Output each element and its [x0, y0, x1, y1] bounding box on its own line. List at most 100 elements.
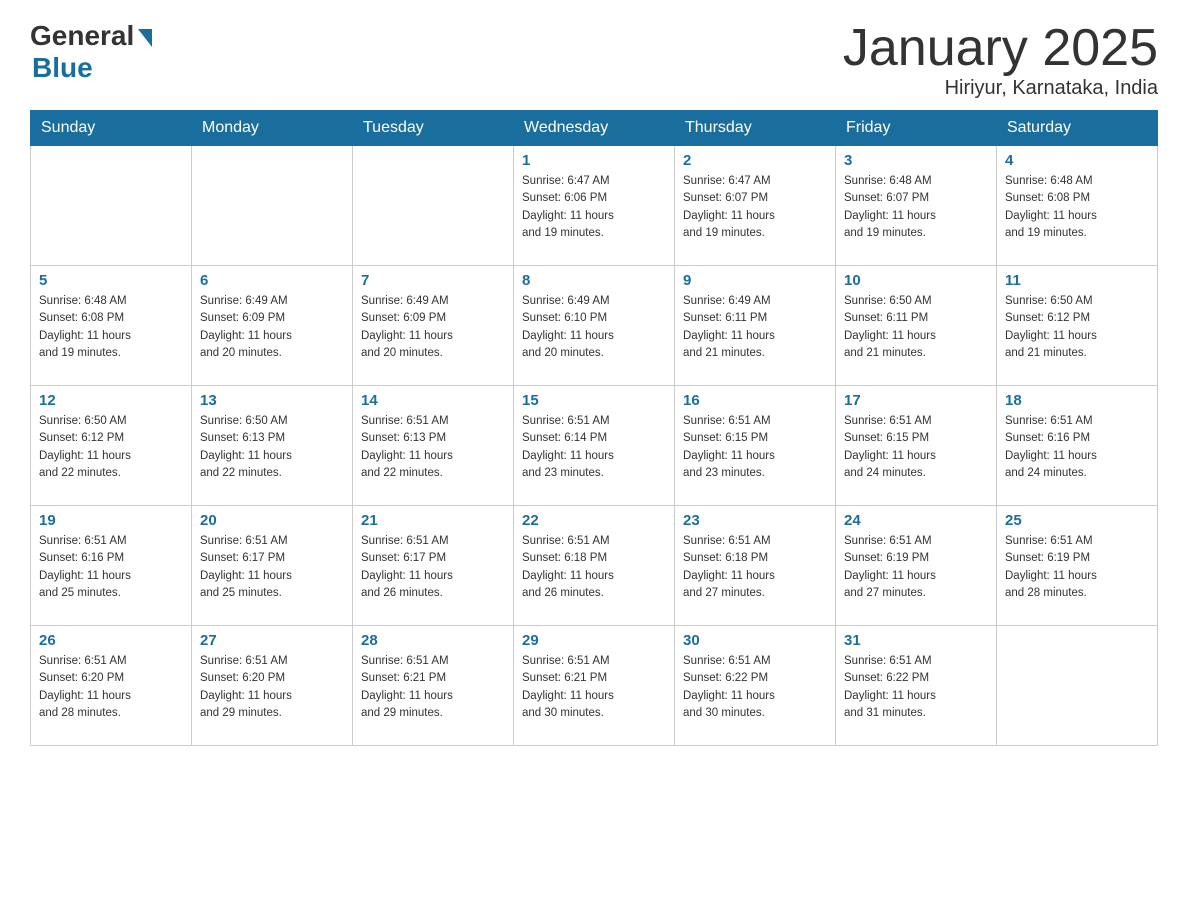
day-of-week-header: Tuesday [353, 111, 514, 146]
calendar-cell: 9Sunrise: 6:49 AM Sunset: 6:11 PM Daylig… [675, 266, 836, 386]
calendar-cell [192, 146, 353, 266]
day-number: 4 [1005, 152, 1149, 169]
day-number: 5 [39, 272, 183, 289]
day-number: 24 [844, 512, 988, 529]
calendar-cell: 26 Sunrise: 6:51 AM Sunset: 6:20 PM Dayli… [31, 626, 192, 746]
calendar-cell: 7 Sunrise: 6:49 AM Sunset: 6:09 PM Daylig… [353, 266, 514, 386]
calendar-cell [997, 626, 1158, 746]
calendar-week-row: 12 Sunrise: 6:50 AM Sunset: 6:12 PM Dayli… [31, 386, 1158, 506]
logo-general-text: General [30, 20, 134, 52]
calendar-cell: 2 Sunrise: 6:47 AM Sunset: 6:07 PM Daylig… [675, 146, 836, 266]
calendar-cell: 29Sunrise: 6:51 AM Sunset: 6:21 PM Dayli… [514, 626, 675, 746]
calendar-cell: 18 Sunrise: 6:51 AM Sunset: 6:16 PM Dayli… [997, 386, 1158, 506]
day-info: Sunrise: 6:50 AM Sunset: 6:12 PM Dayligh… [1005, 293, 1149, 362]
day-info: Sunrise: 6:51 AM Sunset: 6:16 PM Dayligh… [1005, 413, 1149, 482]
day-of-week-header: Monday [192, 111, 353, 146]
calendar-cell: 27Sunrise: 6:51 AM Sunset: 6:20 PM Dayli… [192, 626, 353, 746]
calendar-cell: 25 Sunrise: 6:51 AM Sunset: 6:19 PM Dayli… [997, 506, 1158, 626]
day-info: Sunrise: 6:48 AM Sunset: 6:08 PM Dayligh… [1005, 173, 1149, 242]
day-number: 28 [361, 632, 505, 649]
day-number: 18 [1005, 392, 1149, 409]
calendar-cell: 20 Sunrise: 6:51 AM Sunset: 6:17 PM Dayli… [192, 506, 353, 626]
day-info: Sunrise: 6:47 AM Sunset: 6:06 PM Dayligh… [522, 173, 666, 242]
calendar-cell: 13Sunrise: 6:50 AM Sunset: 6:13 PM Dayli… [192, 386, 353, 506]
day-number: 16 [683, 392, 827, 409]
day-number: 25 [1005, 512, 1149, 529]
day-info: Sunrise: 6:51 AM Sunset: 6:21 PM Dayligh… [522, 653, 666, 722]
day-of-week-header: Saturday [997, 111, 1158, 146]
calendar-cell: 1Sunrise: 6:47 AM Sunset: 6:06 PM Daylig… [514, 146, 675, 266]
calendar-cell: 10 Sunrise: 6:50 AM Sunset: 6:11 PM Dayli… [836, 266, 997, 386]
day-number: 21 [361, 512, 505, 529]
calendar-week-row: 1Sunrise: 6:47 AM Sunset: 6:06 PM Daylig… [31, 146, 1158, 266]
month-title: January 2025 [843, 20, 1158, 77]
day-number: 7 [361, 272, 505, 289]
day-number: 22 [522, 512, 666, 529]
day-number: 19 [39, 512, 183, 529]
logo: General Blue [30, 20, 152, 84]
day-number: 17 [844, 392, 988, 409]
day-info: Sunrise: 6:51 AM Sunset: 6:13 PM Dayligh… [361, 413, 505, 482]
day-number: 31 [844, 632, 988, 649]
day-number: 12 [39, 392, 183, 409]
calendar-week-row: 19 Sunrise: 6:51 AM Sunset: 6:16 PM Dayli… [31, 506, 1158, 626]
day-info: Sunrise: 6:50 AM Sunset: 6:11 PM Dayligh… [844, 293, 988, 362]
day-number: 20 [200, 512, 344, 529]
day-info: Sunrise: 6:51 AM Sunset: 6:17 PM Dayligh… [361, 533, 505, 602]
location: Hiriyur, Karnataka, India [843, 77, 1158, 100]
calendar-cell: 5 Sunrise: 6:48 AM Sunset: 6:08 PM Daylig… [31, 266, 192, 386]
day-info: Sunrise: 6:51 AM Sunset: 6:18 PM Dayligh… [683, 533, 827, 602]
day-of-week-header: Friday [836, 111, 997, 146]
day-number: 14 [361, 392, 505, 409]
day-of-week-header: Sunday [31, 111, 192, 146]
day-number: 2 [683, 152, 827, 169]
calendar-cell: 31 Sunrise: 6:51 AM Sunset: 6:22 PM Dayli… [836, 626, 997, 746]
calendar-cell: 30Sunrise: 6:51 AM Sunset: 6:22 PM Dayli… [675, 626, 836, 746]
day-info: Sunrise: 6:51 AM Sunset: 6:21 PM Dayligh… [361, 653, 505, 722]
day-info: Sunrise: 6:51 AM Sunset: 6:16 PM Dayligh… [39, 533, 183, 602]
day-info: Sunrise: 6:48 AM Sunset: 6:08 PM Dayligh… [39, 293, 183, 362]
day-info: Sunrise: 6:47 AM Sunset: 6:07 PM Dayligh… [683, 173, 827, 242]
day-info: Sunrise: 6:51 AM Sunset: 6:19 PM Dayligh… [1005, 533, 1149, 602]
calendar-cell: 24 Sunrise: 6:51 AM Sunset: 6:19 PM Dayli… [836, 506, 997, 626]
day-of-week-header: Thursday [675, 111, 836, 146]
day-info: Sunrise: 6:51 AM Sunset: 6:15 PM Dayligh… [683, 413, 827, 482]
day-number: 3 [844, 152, 988, 169]
day-info: Sunrise: 6:48 AM Sunset: 6:07 PM Dayligh… [844, 173, 988, 242]
day-info: Sunrise: 6:49 AM Sunset: 6:09 PM Dayligh… [361, 293, 505, 362]
day-info: Sunrise: 6:51 AM Sunset: 6:18 PM Dayligh… [522, 533, 666, 602]
day-number: 11 [1005, 272, 1149, 289]
day-number: 13 [200, 392, 344, 409]
calendar-cell: 17Sunrise: 6:51 AM Sunset: 6:15 PM Dayli… [836, 386, 997, 506]
day-info: Sunrise: 6:51 AM Sunset: 6:20 PM Dayligh… [39, 653, 183, 722]
title-area: January 2025 Hiriyur, Karnataka, India [843, 20, 1158, 100]
day-number: 26 [39, 632, 183, 649]
day-info: Sunrise: 6:51 AM Sunset: 6:14 PM Dayligh… [522, 413, 666, 482]
day-number: 23 [683, 512, 827, 529]
calendar-cell: 23 Sunrise: 6:51 AM Sunset: 6:18 PM Dayli… [675, 506, 836, 626]
calendar-cell: 15 Sunrise: 6:51 AM Sunset: 6:14 PM Dayli… [514, 386, 675, 506]
calendar-cell: 19 Sunrise: 6:51 AM Sunset: 6:16 PM Dayli… [31, 506, 192, 626]
calendar-header-row: SundayMondayTuesdayWednesdayThursdayFrid… [31, 111, 1158, 146]
calendar-cell: 8Sunrise: 6:49 AM Sunset: 6:10 PM Daylig… [514, 266, 675, 386]
day-info: Sunrise: 6:51 AM Sunset: 6:17 PM Dayligh… [200, 533, 344, 602]
day-info: Sunrise: 6:51 AM Sunset: 6:19 PM Dayligh… [844, 533, 988, 602]
calendar-table: SundayMondayTuesdayWednesdayThursdayFrid… [30, 110, 1158, 746]
calendar-cell [353, 146, 514, 266]
logo-arrow-icon [138, 29, 152, 47]
calendar-cell: 28 Sunrise: 6:51 AM Sunset: 6:21 PM Dayli… [353, 626, 514, 746]
day-info: Sunrise: 6:51 AM Sunset: 6:22 PM Dayligh… [844, 653, 988, 722]
page-header: General Blue January 2025 Hiriyur, Karna… [30, 20, 1158, 100]
day-number: 9 [683, 272, 827, 289]
logo-blue-text: Blue [32, 52, 93, 84]
day-info: Sunrise: 6:50 AM Sunset: 6:12 PM Dayligh… [39, 413, 183, 482]
day-number: 15 [522, 392, 666, 409]
calendar-cell: 16 Sunrise: 6:51 AM Sunset: 6:15 PM Dayli… [675, 386, 836, 506]
day-number: 8 [522, 272, 666, 289]
day-number: 30 [683, 632, 827, 649]
day-number: 10 [844, 272, 988, 289]
day-info: Sunrise: 6:49 AM Sunset: 6:09 PM Dayligh… [200, 293, 344, 362]
calendar-week-row: 26 Sunrise: 6:51 AM Sunset: 6:20 PM Dayli… [31, 626, 1158, 746]
calendar-cell: 22 Sunrise: 6:51 AM Sunset: 6:18 PM Dayli… [514, 506, 675, 626]
calendar-week-row: 5 Sunrise: 6:48 AM Sunset: 6:08 PM Daylig… [31, 266, 1158, 386]
